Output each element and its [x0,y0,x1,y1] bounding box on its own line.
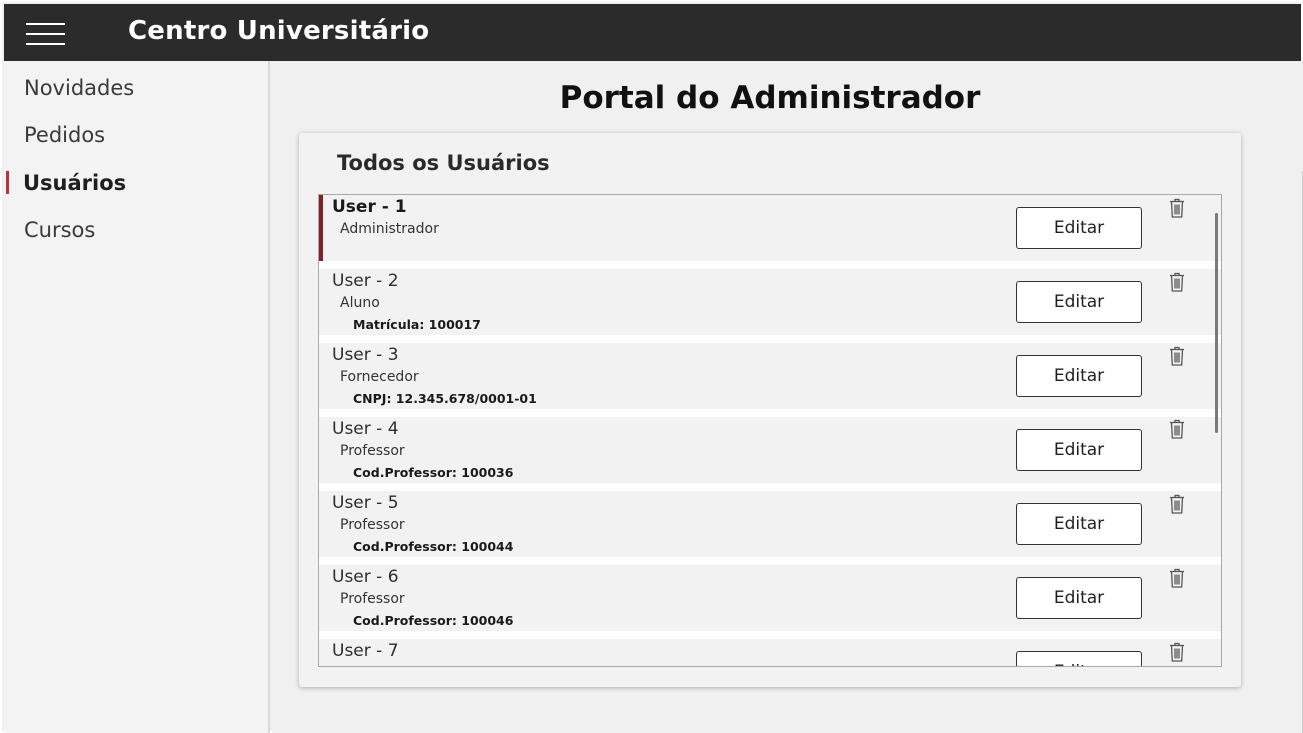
trash-icon[interactable] [1169,642,1185,662]
page-title: Portal do Administrador [559,80,981,116]
user-name: User - 2 [332,271,399,291]
sidebar-item-label: Novidades [24,76,135,100]
sidebar-item-label: Usuários [23,171,127,195]
user-row-7[interactable]: User - 7 Editar [319,639,1221,666]
user-detail: Cod.Professor: 100044 [353,539,514,554]
edit-button[interactable]: Editar [1016,429,1142,471]
trash-icon[interactable] [1169,272,1185,292]
sidebar-item-novidades[interactable]: Novidades [4,65,268,109]
trash-icon[interactable] [1169,568,1185,588]
main-content: Portal do Administrador Todos os Usuário… [272,61,1303,733]
users-list[interactable]: User - 1 Administrador Editar User - 2 A… [318,194,1222,667]
user-detail: CNPJ: 12.345.678/0001-01 [353,391,537,406]
user-name: User - 7 [332,641,399,661]
trash-icon[interactable] [1169,419,1185,439]
edit-button[interactable]: Editar [1016,577,1142,619]
hamburger-menu-icon[interactable] [26,23,65,47]
sidebar-item-cursos[interactable]: Cursos [4,207,268,251]
user-row-4[interactable]: User - 4 Professor Cod.Professor: 100036… [319,417,1221,483]
user-row-6[interactable]: User - 6 Professor Cod.Professor: 100046… [319,565,1221,631]
user-row-2[interactable]: User - 2 Aluno Matrícula: 100017 Editar [319,269,1221,335]
user-row-3[interactable]: User - 3 Fornecedor CNPJ: 12.345.678/000… [319,343,1221,409]
user-role: Professor [340,517,405,533]
user-role: Fornecedor [340,369,419,385]
user-role: Professor [340,591,405,607]
user-role: Professor [340,443,405,459]
user-name: User - 1 [332,197,407,217]
user-name: User - 5 [332,493,399,513]
user-name: User - 4 [332,419,399,439]
sidebar-item-pedidos[interactable]: Pedidos [4,112,268,156]
selected-row-accent [319,195,323,261]
user-detail: Cod.Professor: 100036 [353,465,514,480]
trash-icon[interactable] [1169,346,1185,366]
edit-button[interactable]: Editar [1016,355,1142,397]
sidebar-item-label: Pedidos [24,123,106,147]
user-row-1[interactable]: User - 1 Administrador Editar [319,195,1221,261]
active-indicator [6,171,9,194]
user-role: Aluno [340,295,380,311]
trash-icon[interactable] [1169,198,1185,218]
user-name: User - 6 [332,567,399,587]
user-name: User - 3 [332,345,399,365]
app-title: Centro Universitário [128,16,430,46]
sidebar-item-usuarios[interactable]: Usuários [4,160,268,204]
trash-icon[interactable] [1169,494,1185,514]
list-scrollbar[interactable] [1215,213,1218,433]
app-window: Centro Universitário Novidades Pedidos U… [0,0,1303,733]
user-role: Administrador [340,221,439,237]
user-detail: Cod.Professor: 100046 [353,613,514,628]
user-row-5[interactable]: User - 5 Professor Cod.Professor: 100044… [319,491,1221,557]
sidebar: Novidades Pedidos Usuários Cursos [4,61,270,733]
edit-button[interactable]: Editar [1016,651,1142,666]
sidebar-item-label: Cursos [24,218,96,242]
user-detail: Matrícula: 100017 [353,317,481,332]
edit-button[interactable]: Editar [1016,503,1142,545]
card-title: Todos os Usuários [337,151,550,175]
edit-button[interactable]: Editar [1016,207,1142,249]
top-bar: Centro Universitário [4,4,1301,61]
edit-button[interactable]: Editar [1016,281,1142,323]
users-card: Todos os Usuários User - 1 Administrador… [299,133,1241,687]
